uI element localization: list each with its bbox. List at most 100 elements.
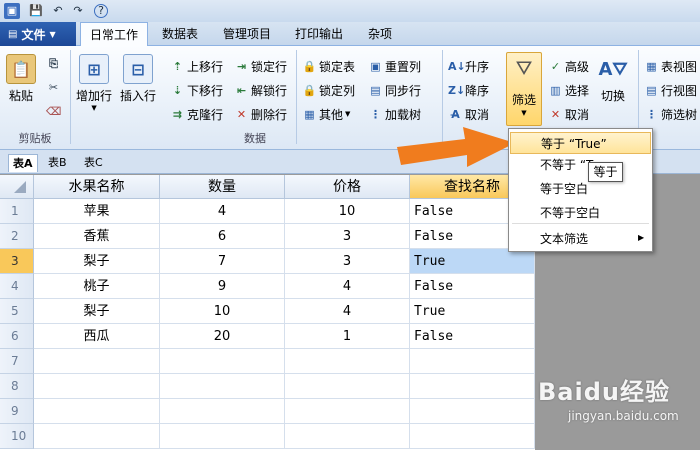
- load-tree-button[interactable]: ⋮ 加载树: [368, 104, 421, 124]
- row-header[interactable]: 7: [0, 349, 34, 374]
- table-cell[interactable]: [410, 424, 535, 449]
- sheet-tab-a[interactable]: 表A: [8, 154, 38, 172]
- table-cell[interactable]: 桃子: [34, 274, 160, 299]
- table-cell[interactable]: 7: [160, 249, 285, 274]
- insert-row-button[interactable]: ⊟ 插入行: [120, 54, 156, 104]
- tab-datasheet[interactable]: 数据表: [152, 22, 208, 46]
- table-cell[interactable]: 苹果: [34, 199, 160, 224]
- help-icon[interactable]: ?: [94, 4, 108, 18]
- row-view-button[interactable]: ▤ 行视图: [644, 80, 697, 100]
- table-cell[interactable]: 6: [160, 224, 285, 249]
- table-cell[interactable]: [160, 424, 285, 449]
- row-header[interactable]: 10: [0, 424, 34, 449]
- table-cell[interactable]: [34, 374, 160, 399]
- table-cell[interactable]: 10: [160, 299, 285, 324]
- row-header[interactable]: 1: [0, 199, 34, 224]
- table-cell[interactable]: [410, 349, 535, 374]
- tab-daily-work[interactable]: 日常工作: [80, 22, 148, 47]
- table-cell[interactable]: False: [410, 274, 535, 299]
- table-cell[interactable]: [160, 374, 285, 399]
- lock-table-button[interactable]: 🔒 锁定表: [302, 56, 355, 76]
- table-cell[interactable]: 20: [160, 324, 285, 349]
- filter-tree-button[interactable]: ⋮ 筛选树: [644, 104, 697, 124]
- row-header[interactable]: 8: [0, 374, 34, 399]
- column-header-quantity[interactable]: 数量: [160, 175, 285, 199]
- sort-asc-button[interactable]: A↓ 升序: [448, 56, 489, 76]
- table-cell[interactable]: [34, 399, 160, 424]
- tab-misc[interactable]: 杂项: [358, 22, 402, 46]
- eraser-icon[interactable]: ⌫: [46, 104, 62, 119]
- table-cell[interactable]: 香蕉: [34, 224, 160, 249]
- menu-item-not-equals-blank[interactable]: 不等于空白: [510, 202, 651, 224]
- sync-rows-button[interactable]: ▤ 同步行: [368, 80, 421, 100]
- table-cell[interactable]: 3: [285, 224, 410, 249]
- table-cell[interactable]: [285, 424, 410, 449]
- table-cell[interactable]: [160, 399, 285, 424]
- sort-cancel-button[interactable]: A̶ 取消: [448, 104, 489, 124]
- cut-icon[interactable]: ✂: [46, 80, 61, 95]
- row-header[interactable]: 6: [0, 324, 34, 349]
- filter-cancel-button[interactable]: ✕ 取消: [548, 104, 589, 124]
- undo-icon[interactable]: ↶: [50, 3, 66, 19]
- sheet-tab-c[interactable]: 表C: [80, 154, 107, 172]
- table-cell[interactable]: False: [410, 324, 535, 349]
- table-cell[interactable]: [285, 399, 410, 424]
- table-cell[interactable]: 西瓜: [34, 324, 160, 349]
- table-cell[interactable]: [410, 374, 535, 399]
- table-cell[interactable]: [285, 374, 410, 399]
- table-cell[interactable]: 梨子: [34, 299, 160, 324]
- column-header-price[interactable]: 价格: [285, 175, 410, 199]
- menu-item-equals-blank[interactable]: 等于空白: [510, 178, 651, 200]
- lock-column-button[interactable]: 🔒 锁定列: [302, 80, 355, 100]
- menu-item-not-equals-true[interactable]: 不等于 “T: [510, 154, 651, 176]
- sort-desc-button[interactable]: Z↓ 降序: [448, 80, 489, 100]
- row-header[interactable]: 4: [0, 274, 34, 299]
- table-cell[interactable]: [410, 399, 535, 424]
- filter-select-button[interactable]: ▥ 选择: [548, 80, 589, 100]
- tab-manage-project[interactable]: 管理项目: [214, 22, 280, 46]
- row-header[interactable]: 2: [0, 224, 34, 249]
- table-cell[interactable]: True: [410, 299, 535, 324]
- table-cell[interactable]: [285, 349, 410, 374]
- table-cell[interactable]: [34, 349, 160, 374]
- filter-advanced-button[interactable]: ✓ 高级: [548, 56, 589, 76]
- table-cell[interactable]: 10: [285, 199, 410, 224]
- table-cell[interactable]: 1: [285, 324, 410, 349]
- table-cell[interactable]: 4: [285, 274, 410, 299]
- table-cell[interactable]: 4: [285, 299, 410, 324]
- table-cell[interactable]: 梨子: [34, 249, 160, 274]
- table-cell[interactable]: True: [410, 249, 535, 274]
- table-cell[interactable]: [34, 424, 160, 449]
- table-cell[interactable]: [160, 349, 285, 374]
- menu-item-text-filter[interactable]: 文本筛选: [510, 228, 651, 250]
- row-header[interactable]: 3: [0, 249, 34, 274]
- orange-arrow-annotation: [397, 127, 515, 167]
- row-header[interactable]: 5: [0, 299, 34, 324]
- file-menu-button[interactable]: ▤ 文件 ▼: [0, 22, 76, 46]
- move-up-row-button[interactable]: ⇡ 上移行: [170, 56, 223, 76]
- other-button[interactable]: ▦ 其他 ▼: [302, 104, 350, 124]
- row-header[interactable]: 9: [0, 399, 34, 424]
- clone-row-button[interactable]: ⇉ 克隆行: [170, 104, 223, 124]
- sheet-tab-b[interactable]: 表B: [44, 154, 71, 172]
- select-all-corner[interactable]: [0, 175, 34, 199]
- paste-button[interactable]: 📋 粘贴: [6, 54, 36, 104]
- add-row-button[interactable]: ⊞ 增加行 ▼: [76, 54, 112, 112]
- save-icon[interactable]: 💾: [28, 3, 44, 19]
- copy-icon[interactable]: ⎘: [46, 56, 61, 71]
- column-header-fruit-name[interactable]: 水果名称: [34, 175, 160, 199]
- menu-item-equals-true[interactable]: 等于 “True”: [510, 132, 651, 154]
- table-cell[interactable]: 9: [160, 274, 285, 299]
- switch-button[interactable]: A⛛ 切换: [598, 54, 628, 104]
- unlock-row-button[interactable]: ⇤ 解锁行: [234, 80, 287, 100]
- table-cell[interactable]: 3: [285, 249, 410, 274]
- redo-icon[interactable]: ↷: [70, 3, 86, 19]
- table-cell[interactable]: 4: [160, 199, 285, 224]
- table-view-button[interactable]: ▦ 表视图: [644, 56, 697, 76]
- lock-row-button[interactable]: ⇥ 锁定行: [234, 56, 287, 76]
- filter-button[interactable]: ⛛ 筛选 ▼: [506, 52, 542, 126]
- move-down-row-button[interactable]: ⇣ 下移行: [170, 80, 223, 100]
- tab-print-output[interactable]: 打印输出: [286, 22, 352, 46]
- rearrange-columns-button[interactable]: ▣ 重置列: [368, 56, 421, 76]
- delete-row-button[interactable]: ✕ 删除行: [234, 104, 287, 124]
